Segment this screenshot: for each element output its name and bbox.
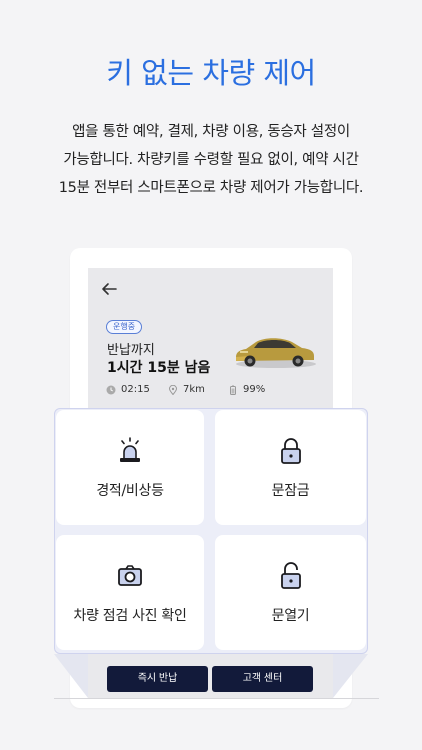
stat-battery-value: 99% — [243, 384, 266, 395]
siren-icon — [120, 437, 140, 462]
camera-icon — [118, 565, 142, 586]
battery-icon — [230, 385, 236, 395]
stat-time-value: 02:15 — [121, 384, 150, 395]
location-pin-icon — [168, 384, 178, 395]
stat-time: 02:15 — [106, 384, 150, 395]
status-badge: 운행중 — [106, 320, 143, 334]
remain-label: 반납까지 — [107, 343, 155, 358]
description-line: 가능합니다. 차량키를 수령할 필요 없이, 예약 시간 — [63, 152, 359, 168]
remain-time: 1시간 15분 남음 — [107, 360, 211, 376]
horn-hazard-button[interactable]: 경적/비상등 — [56, 410, 204, 525]
door-unlock-label: 문열기 — [271, 608, 310, 624]
inspection-photo-button[interactable]: 차량 점검 사진 확인 — [56, 535, 204, 650]
back-arrow-icon[interactable] — [100, 281, 118, 297]
horn-hazard-label: 경적/비상등 — [96, 483, 164, 499]
door-lock-button[interactable]: 문잠금 — [215, 410, 366, 525]
door-lock-label: 문잠금 — [271, 483, 310, 499]
stat-distance-value: 7km — [183, 384, 205, 395]
clock-icon — [106, 385, 116, 394]
car-image — [236, 338, 316, 368]
page-title: 키 없는 차량 제어 — [106, 56, 316, 90]
inspection-photo-label: 차량 점검 사진 확인 — [73, 608, 187, 624]
description-line: 15분 전부터 스마트폰으로 차량 제어가 가능합니다. — [58, 180, 364, 196]
door-unlock-button[interactable]: 문열기 — [215, 535, 366, 650]
lock-icon — [280, 438, 301, 464]
stat-distance: 7km — [168, 384, 205, 395]
stat-battery: 99% — [228, 384, 265, 395]
description: 앱을 통한 예약, 결제, 차량 이용, 동승자 설정이 가능합니다. 차량키를… — [0, 118, 422, 202]
divider — [54, 698, 379, 699]
instant-return-button[interactable]: 즉시 반납 — [107, 666, 208, 692]
unlock-icon — [280, 562, 301, 589]
description-line: 앱을 통한 예약, 결제, 차량 이용, 동승자 설정이 — [72, 124, 350, 140]
customer-center-button[interactable]: 고객 센터 — [212, 666, 313, 692]
